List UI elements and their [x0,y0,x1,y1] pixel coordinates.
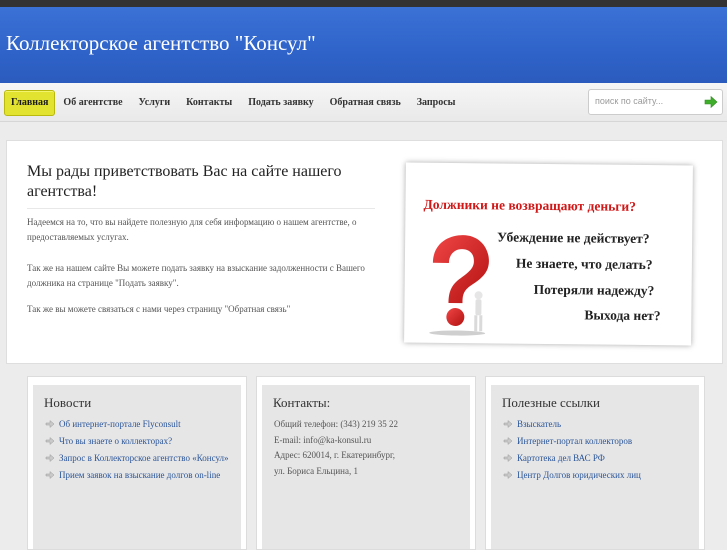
useful-link[interactable]: Центр Долгов юридических лиц [503,468,698,483]
arrow-bullet-icon [45,419,55,429]
nav-item-queries[interactable]: Запросы [409,91,464,115]
banner-title: Должники не возвращают деньги? [423,196,637,214]
news-box: Новости Об интернет-портале Flyconsult Ч… [27,376,247,550]
arrow-right-icon[interactable] [704,95,718,109]
divider [27,208,375,209]
nav-item-about[interactable]: Об агентстве [55,91,130,115]
nav-item-home[interactable]: Главная [4,90,56,116]
site-header: Коллекторское агентство "Консул" [0,7,727,83]
arrow-bullet-icon [503,419,513,429]
contacts-title: Контакты: [273,395,331,410]
arrow-bullet-icon [503,453,513,463]
useful-links-title: Полезные ссылки [502,395,601,410]
banner-line-1: Убеждение не действует? [497,229,650,247]
banner-line-4: Выхода нет? [584,307,661,324]
contact-address-street: ул. Бориса Ельцина, 1 [274,465,358,476]
welcome-paragraph-1: Надеемся на то, что вы найдете полезную … [27,217,357,242]
contact-phone: Общий телефон: (343) 219 35 22 [274,419,399,429]
arrow-bullet-icon [503,436,513,446]
welcome-paragraph-2: Так же на нашем сайте Вы можете подать з… [27,263,365,288]
news-title: Новости [44,395,92,410]
useful-link[interactable]: Интернет-портал коллекторов [503,434,698,449]
arrow-bullet-icon [45,470,55,480]
nav-item-submit-request[interactable]: Подать заявку [240,91,321,115]
arrow-bullet-icon [45,436,55,446]
question-mark-figure-icon [429,235,489,336]
debtors-banner: Должники не возвращают деньги? Убеждение… [404,162,693,346]
useful-links-box: Полезные ссылки Взыскатель Интернет-порт… [485,376,705,550]
search-box [588,89,723,115]
search-input[interactable] [591,92,707,110]
news-item[interactable]: Об интернет-портале Flyconsult [45,417,235,432]
news-item[interactable]: Прием заявок на взыскание долгов on-line [45,468,235,483]
banner-line-2: Не знаете, что делать? [515,255,653,273]
useful-link[interactable]: Картотека дел ВАС РФ [503,451,698,466]
nav-item-contacts[interactable]: Контакты [178,91,240,115]
news-item[interactable]: Запрос в Коллекторское агентство «Консул… [45,451,235,466]
nav-item-feedback[interactable]: Обратная связь [322,91,409,115]
contact-address: Адрес: 620014, г. Екатеринбург, [274,450,395,460]
arrow-bullet-icon [45,453,55,463]
arrow-bullet-icon [503,470,513,480]
site-title[interactable]: Коллекторское агентство "Консул" [6,31,316,56]
news-item[interactable]: Что вы знаете о коллекторах? [45,434,235,449]
welcome-paragraph-3: Так же вы можете связаться с нами через … [27,304,291,314]
nav-item-services[interactable]: Услуги [131,91,179,115]
contacts-box: Контакты: Общий телефон: (343) 219 35 22… [256,376,476,550]
top-strip [0,0,727,7]
banner-line-3: Потеряли надежду? [533,281,655,299]
useful-link[interactable]: Взыскатель [503,417,698,432]
welcome-title: Мы рады приветствовать Вас на сайте наше… [27,163,342,200]
contact-email: E-mail: info@ka-konsul.ru [274,434,372,445]
